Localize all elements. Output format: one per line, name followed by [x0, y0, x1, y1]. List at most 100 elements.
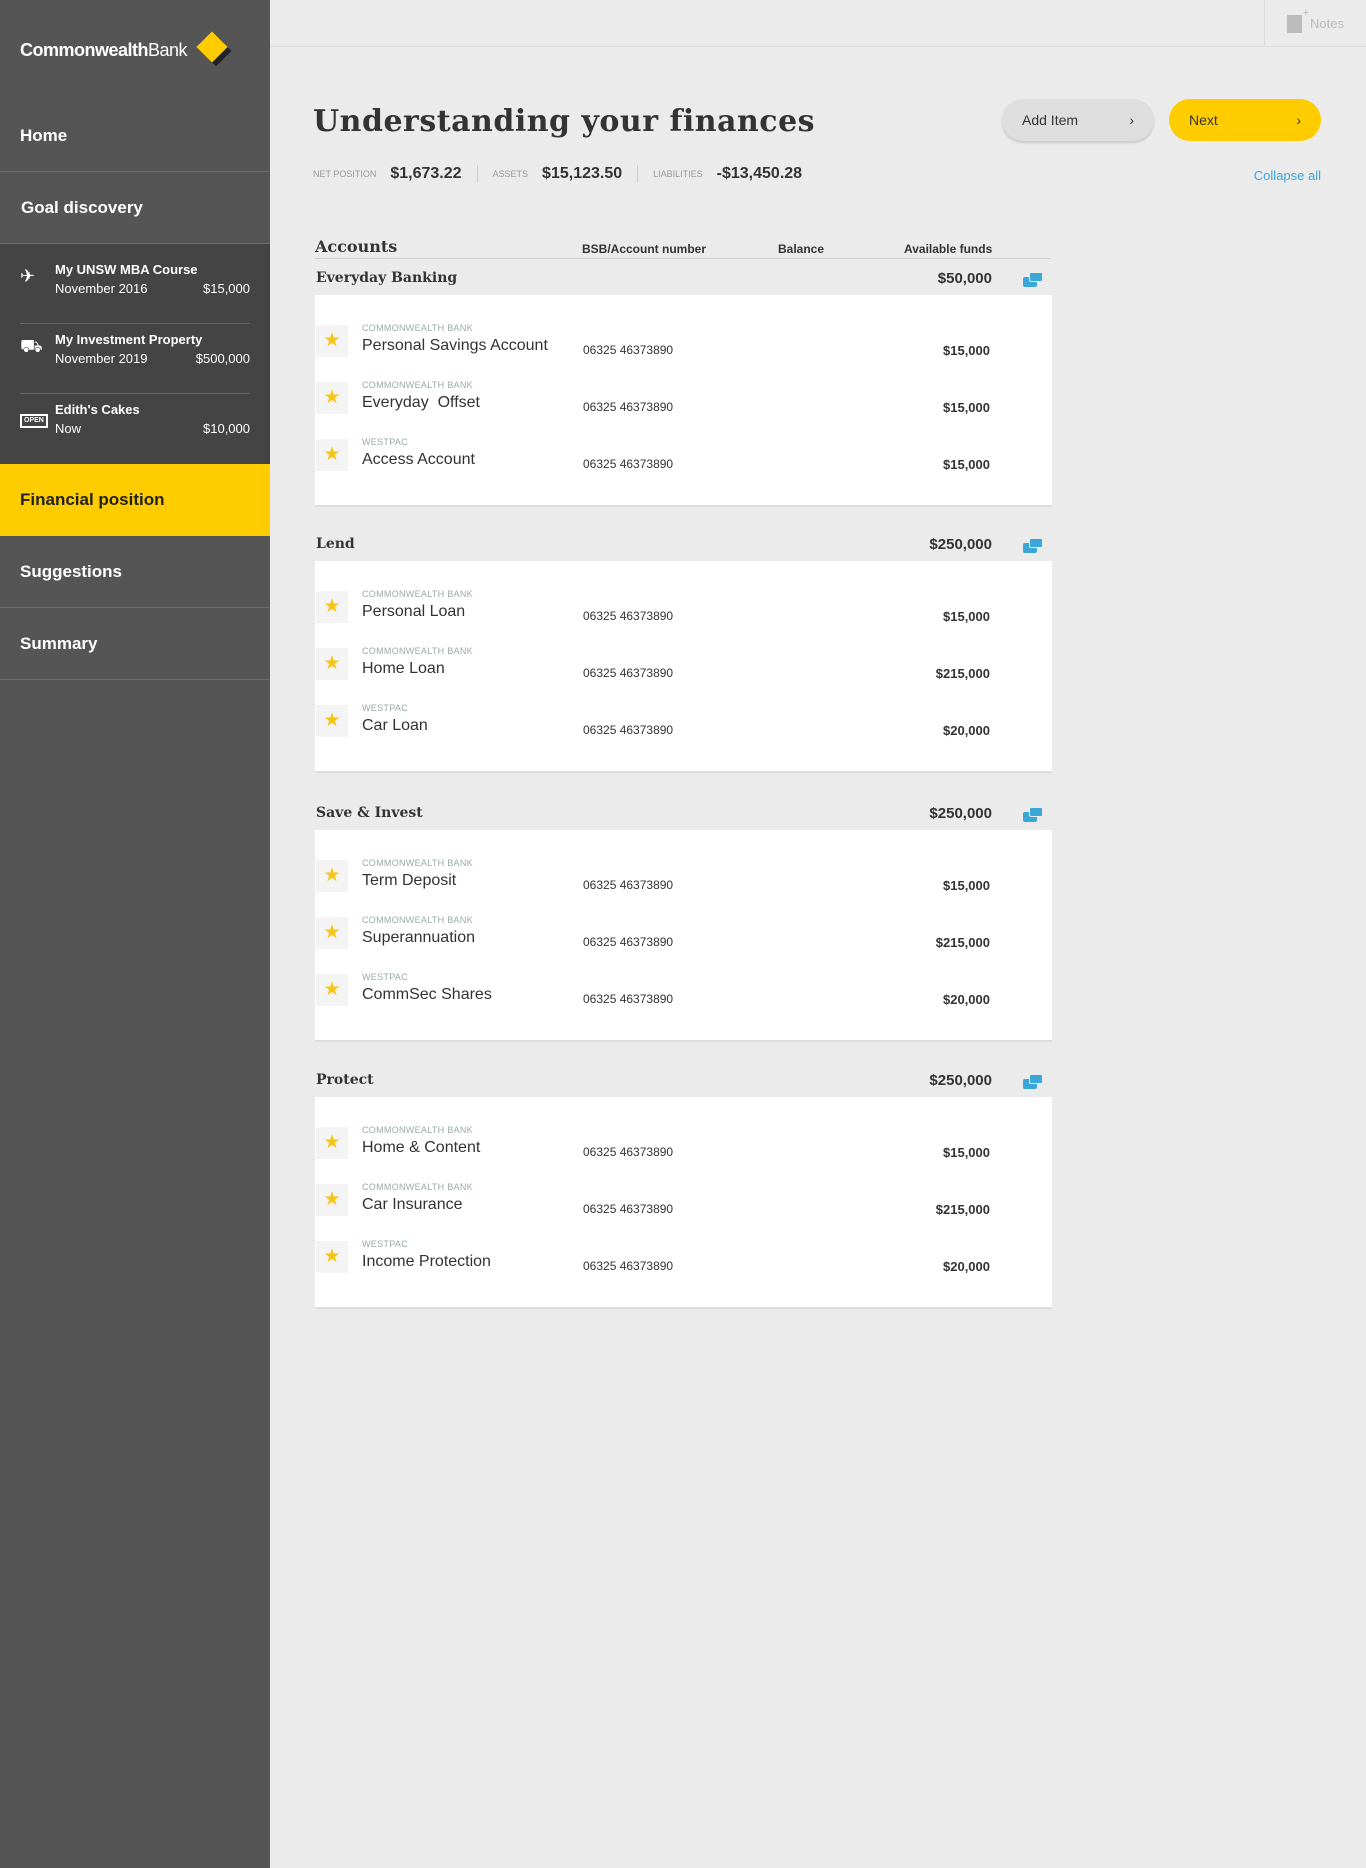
net-position-value: $1,673.22	[390, 165, 462, 182]
star-icon[interactable]: ★	[316, 860, 348, 892]
account-row[interactable]: ★ COMMONWEALTH BANK Home & Content 06325…	[315, 1125, 1052, 1182]
car-icon: ⛟	[20, 336, 43, 356]
column-available-funds: Available funds	[904, 242, 993, 256]
bank-name: COMMONWEALTH BANK	[362, 915, 473, 925]
account-number: 06325 46373890	[583, 992, 674, 1006]
goal-item-mba[interactable]: ✈ My UNSW MBA Course November 2016 $15,00…	[20, 254, 250, 324]
nav-goal-discovery[interactable]: Goal discovery	[0, 172, 270, 244]
section-header[interactable]: Protect $250,000	[315, 1062, 1052, 1097]
goal-item-property[interactable]: ⛟ My Investment Property November 2019 $5…	[20, 324, 250, 394]
account-row[interactable]: ★ COMMONWEALTH BANK Everyday Offset 0632…	[315, 380, 1052, 437]
section-title: Protect	[316, 1072, 374, 1088]
bank-name: COMMONWEALTH BANK	[362, 858, 473, 868]
account-row[interactable]: ★ COMMONWEALTH BANK Car Insurance 06325 …	[315, 1182, 1052, 1239]
star-icon[interactable]: ★	[316, 917, 348, 949]
account-name: Car Insurance	[362, 1196, 463, 1213]
account-number: 06325 46373890	[583, 400, 674, 414]
account-row[interactable]: ★ COMMONWEALTH BANK Personal Savings Acc…	[315, 323, 1052, 380]
star-icon[interactable]: ★	[316, 1127, 348, 1159]
account-row[interactable]: ★ COMMONWEALTH BANK Term Deposit 06325 4…	[315, 858, 1052, 915]
account-row[interactable]: ★ WESTPAC Car Loan 06325 46373890 $20,00…	[315, 703, 1052, 760]
section-body: ★ COMMONWEALTH BANK Home & Content 06325…	[315, 1097, 1052, 1309]
next-button[interactable]: Next ›	[1169, 99, 1321, 141]
account-name: Income Protection	[362, 1253, 491, 1270]
account-name: Superannuation	[362, 929, 475, 946]
logo-text: CommonwealthBank	[20, 39, 188, 61]
goal-item-cakes[interactable]: OPEN Edith's Cakes Now $10,000	[20, 394, 250, 464]
assets-label: ASSETS	[492, 169, 529, 179]
column-bsb: BSB/Account number	[582, 242, 707, 256]
comment-icon[interactable]	[1023, 1074, 1045, 1090]
logo-text-regular: Bank	[148, 39, 188, 60]
goal-title: My UNSW MBA Course	[55, 262, 198, 277]
notes-button[interactable]: Notes	[1264, 0, 1366, 47]
account-name: Car Loan	[362, 717, 428, 734]
section-header[interactable]: Lend $250,000	[315, 526, 1052, 561]
account-row[interactable]: ★ WESTPAC Access Account 06325 46373890 …	[315, 437, 1052, 494]
nav-summary[interactable]: Summary	[0, 608, 270, 680]
account-name: Access Account	[362, 451, 475, 468]
star-icon[interactable]: ★	[316, 705, 348, 737]
collapse-all-link[interactable]: Collapse all	[1254, 168, 1321, 183]
section-body: ★ COMMONWEALTH BANK Personal Savings Acc…	[315, 295, 1052, 507]
account-row[interactable]: ★ COMMONWEALTH BANK Superannuation 06325…	[315, 915, 1052, 972]
goal-amount: $10,000	[203, 421, 250, 436]
net-position-label: NET POSITION	[313, 169, 377, 179]
star-icon[interactable]: ★	[316, 325, 348, 357]
star-icon[interactable]: ★	[316, 1184, 348, 1216]
account-row[interactable]: ★ WESTPAC CommSec Shares 06325 46373890 …	[315, 972, 1052, 1029]
section-header[interactable]: Save & Invest $250,000	[315, 795, 1052, 830]
goal-date: November 2019	[55, 351, 148, 366]
section-body: ★ COMMONWEALTH BANK Personal Loan 06325 …	[315, 561, 1052, 773]
available-funds: $15,000	[943, 878, 990, 893]
section-everyday-banking: Everyday Banking $50,000 ★ COMMONWEALTH …	[315, 260, 1052, 507]
section-total: $50,000	[937, 270, 992, 287]
bank-name: WESTPAC	[362, 437, 408, 447]
account-number: 06325 46373890	[583, 343, 674, 357]
comment-icon[interactable]	[1023, 538, 1045, 554]
section-total: $250,000	[929, 1072, 992, 1089]
plane-icon: ✈	[20, 266, 36, 286]
account-number: 06325 46373890	[583, 878, 674, 892]
sidebar: CommonwealthBank Home Goal discovery ✈ M…	[0, 0, 270, 1868]
available-funds: $20,000	[943, 992, 990, 1007]
star-icon[interactable]: ★	[316, 591, 348, 623]
nav-home[interactable]: Home	[0, 100, 270, 172]
nav-financial-position[interactable]: Financial position	[0, 464, 270, 536]
star-icon[interactable]: ★	[316, 974, 348, 1006]
goal-amount: $500,000	[195, 351, 250, 366]
account-number: 06325 46373890	[583, 1259, 674, 1273]
account-row[interactable]: ★ COMMONWEALTH BANK Home Loan 06325 4637…	[315, 646, 1052, 703]
star-icon[interactable]: ★	[316, 648, 348, 680]
goals-list: ✈ My UNSW MBA Course November 2016 $15,00…	[0, 244, 270, 464]
bank-name: COMMONWEALTH BANK	[362, 323, 473, 333]
account-name: Term Deposit	[362, 872, 457, 889]
section-header[interactable]: Everyday Banking $50,000	[315, 260, 1052, 295]
commbank-logo[interactable]: CommonwealthBank	[0, 0, 270, 100]
account-row[interactable]: ★ COMMONWEALTH BANK Personal Loan 06325 …	[315, 589, 1052, 646]
nav-suggestions[interactable]: Suggestions	[0, 536, 270, 608]
comment-icon[interactable]	[1023, 807, 1045, 823]
add-item-label: Add Item	[1022, 112, 1079, 128]
available-funds: $215,000	[935, 666, 990, 681]
comment-icon[interactable]	[1023, 272, 1045, 288]
star-icon[interactable]: ★	[316, 439, 348, 471]
section-body: ★ COMMONWEALTH BANK Term Deposit 06325 4…	[315, 830, 1052, 1042]
assets-value: $15,123.50	[542, 165, 623, 182]
account-row[interactable]: ★ WESTPAC Income Protection 06325 463738…	[315, 1239, 1052, 1296]
account-name: Personal Loan	[362, 603, 466, 620]
bank-name: WESTPAC	[362, 1239, 408, 1249]
next-label: Next	[1189, 112, 1218, 128]
notes-label: Notes	[1310, 16, 1344, 31]
available-funds: $15,000	[943, 343, 990, 358]
section-protect: Protect $250,000 ★ COMMONWEALTH BANK Hom…	[315, 1062, 1052, 1309]
star-icon[interactable]: ★	[316, 382, 348, 414]
goal-date: Now	[55, 421, 82, 436]
star-icon[interactable]: ★	[316, 1241, 348, 1273]
available-funds: $15,000	[943, 609, 990, 624]
add-item-button[interactable]: Add Item ›	[1002, 99, 1154, 141]
goal-date: November 2016	[55, 281, 148, 296]
available-funds: $15,000	[943, 1145, 990, 1160]
open-sign-icon: OPEN	[20, 402, 55, 428]
bank-name: COMMONWEALTH BANK	[362, 1182, 473, 1192]
